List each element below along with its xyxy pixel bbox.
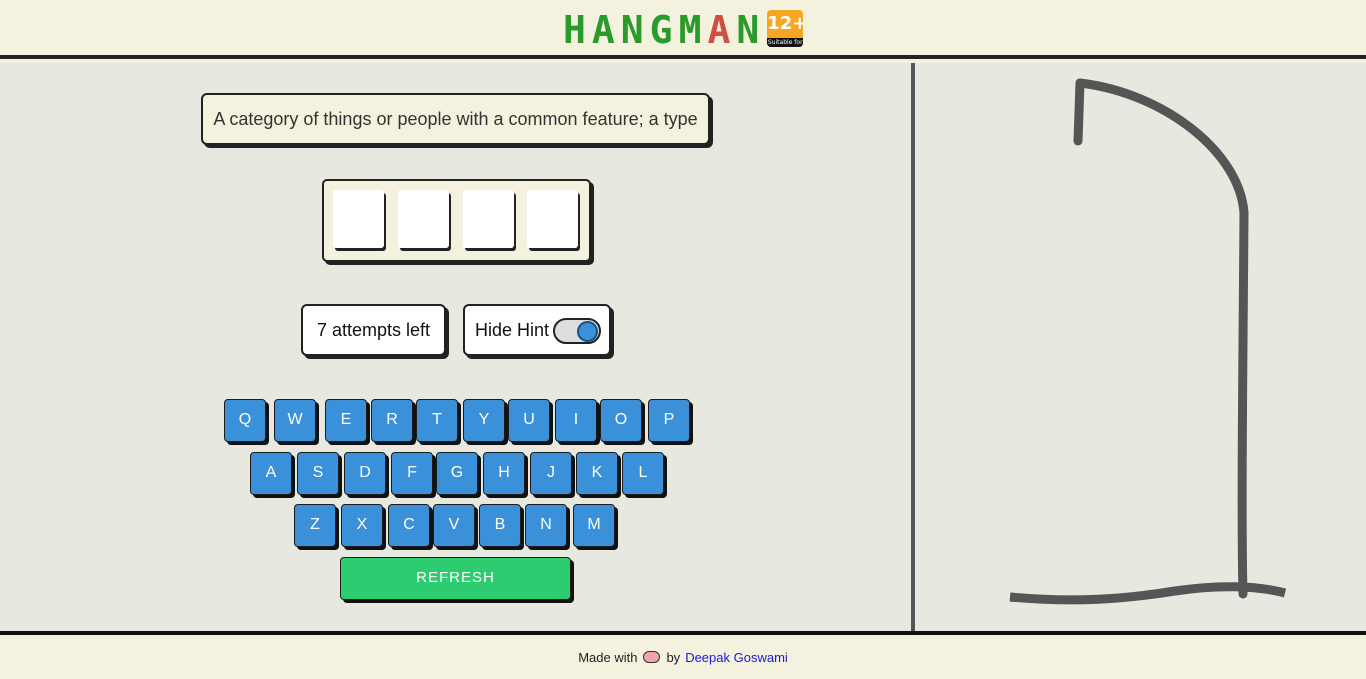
- logo-title: HANGMAN: [563, 10, 765, 50]
- key-p[interactable]: P: [648, 399, 690, 442]
- age-badge: 12+ Suitable for: [767, 10, 804, 47]
- word-display: [322, 179, 591, 262]
- age-badge-caption: Suitable for: [767, 38, 804, 47]
- footer-by: by: [666, 649, 681, 665]
- key-r[interactable]: R: [371, 399, 413, 442]
- key-u[interactable]: U: [508, 399, 550, 442]
- hint-box: A category of things or people with a co…: [201, 93, 710, 145]
- key-s[interactable]: S: [297, 452, 339, 495]
- gallows-pole: [1237, 208, 1249, 599]
- key-t[interactable]: T: [416, 399, 458, 442]
- logo-letter: N: [736, 8, 766, 52]
- brain-icon: [643, 651, 661, 663]
- logo-letter: N: [620, 8, 650, 52]
- key-z[interactable]: Z: [294, 504, 336, 547]
- gallows-panel: [915, 63, 1366, 632]
- key-d[interactable]: D: [344, 452, 386, 495]
- key-w[interactable]: W: [274, 399, 316, 442]
- hint-toggle-label: Hide Hint: [475, 320, 550, 340]
- refresh-button[interactable]: REFRESH: [340, 557, 571, 600]
- hint-toggle-box: Hide Hint: [463, 304, 611, 356]
- app-header: HANGMAN 12+ Suitable for: [0, 0, 1366, 59]
- key-j[interactable]: J: [530, 452, 572, 495]
- footer: Made with by Deepak Goswami: [0, 635, 1366, 679]
- key-e[interactable]: E: [325, 399, 367, 442]
- key-c[interactable]: C: [388, 504, 430, 547]
- author-link[interactable]: Deepak Goswami: [685, 650, 788, 665]
- hangman-logo: HANGMAN 12+ Suitable for: [563, 10, 804, 50]
- key-i[interactable]: I: [555, 399, 597, 442]
- letter-slot: [398, 190, 449, 248]
- logo-letter: A: [591, 8, 621, 52]
- key-y[interactable]: Y: [463, 399, 505, 442]
- logo-letter: A: [707, 8, 737, 52]
- letter-slot: [527, 190, 578, 248]
- toggle-knob: [577, 321, 598, 342]
- logo-letter: G: [649, 8, 679, 52]
- key-l[interactable]: L: [622, 452, 664, 495]
- key-x[interactable]: X: [341, 504, 383, 547]
- key-a[interactable]: A: [250, 452, 292, 495]
- hint-toggle-switch[interactable]: [553, 318, 601, 344]
- key-k[interactable]: K: [576, 452, 618, 495]
- key-g[interactable]: G: [436, 452, 478, 495]
- gallows-drawing: [1009, 78, 1287, 605]
- gallows-rope: [1073, 78, 1085, 146]
- logo-letter: H: [563, 8, 592, 52]
- key-m[interactable]: M: [573, 504, 615, 547]
- footer-made-with: Made with: [578, 649, 638, 665]
- key-b[interactable]: B: [479, 504, 521, 547]
- key-q[interactable]: Q: [224, 399, 266, 442]
- letter-slot: [333, 190, 384, 248]
- key-h[interactable]: H: [483, 452, 525, 495]
- attempts-counter: 7 attempts left: [301, 304, 446, 356]
- age-badge-number: 12+: [767, 13, 804, 34]
- key-v[interactable]: V: [433, 504, 475, 547]
- key-o[interactable]: O: [600, 399, 642, 442]
- key-n[interactable]: N: [525, 504, 567, 547]
- logo-letter: M: [678, 8, 708, 52]
- letter-slot: [463, 190, 514, 248]
- key-f[interactable]: F: [391, 452, 433, 495]
- gallows-beam: [1075, 78, 1249, 218]
